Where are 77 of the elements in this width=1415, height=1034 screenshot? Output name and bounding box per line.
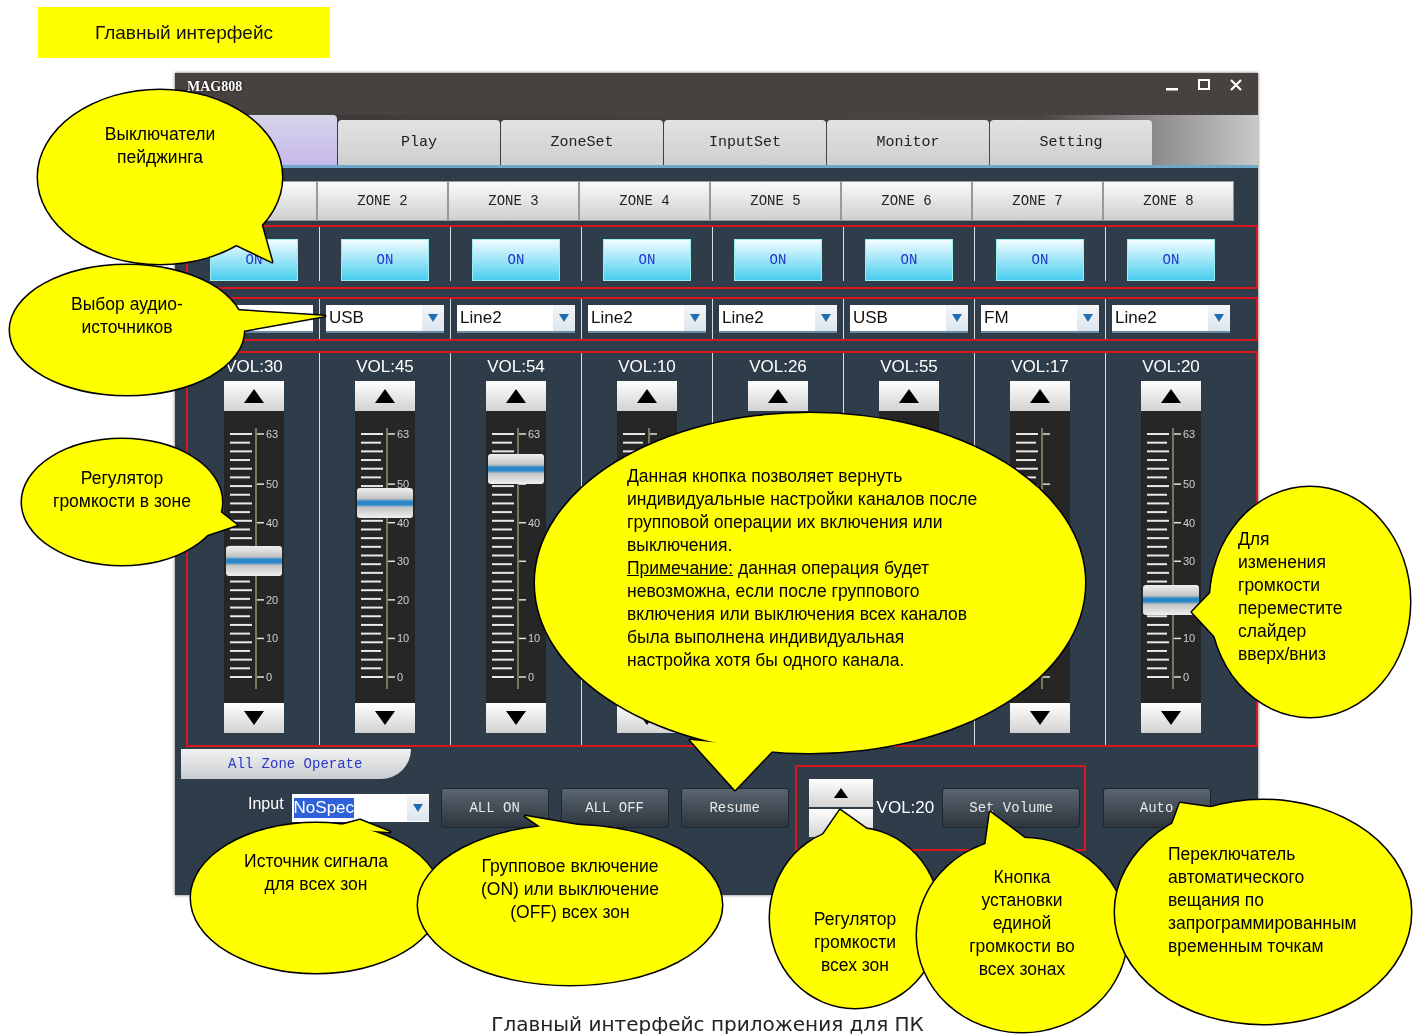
scale-label: 63 [266,428,279,440]
scale-label: 30 [1183,555,1196,568]
zone-header: ZONE 2 [317,181,448,221]
volume-label: VOL:20 [876,798,935,818]
scale-label: 63 [1183,428,1196,440]
scale-label: 10 [266,632,279,645]
callout-text: Источник сигнала для всех зон [243,850,389,896]
callout-text: Выключатели пейджинга [103,123,217,169]
on-button[interactable]: ON [865,239,953,281]
tab[interactable]: Play [338,120,500,165]
title-label: Главный интерфейс [38,7,330,58]
zone-header: ZONE 8 [1103,181,1234,221]
scale-label: 0 [528,671,535,683]
volume-label: VOL:30 [225,357,283,378]
scale-label: 50 [266,478,279,491]
group-button[interactable]: ALL ON [440,788,549,828]
callout-text: Кнопка установки единой громкости во всех зонах [968,866,1076,981]
source-dropdown[interactable]: USB [850,305,968,333]
group-button[interactable]: Resume [680,788,789,828]
volume-label: VOL:20 [1142,357,1200,378]
callout-text: Данная кнопка позволяет вернуть индивидуальные настройки каналов после групповой операции их включения или выключения. Примечание: данная операция будет невозможна, если после группового включения или выключения всех каналов была выполнена индивидуальная настройка хотя бы одного канала. [627,465,979,672]
tab[interactable]: Monitor [827,120,989,165]
input-dropdown[interactable]: NoSpec [291,794,429,822]
volume-label: VOL:55 [880,357,938,378]
scale-label: 10 [1183,632,1196,645]
zone-header: ZONE 3 [448,181,579,221]
input-label: Input [248,795,284,813]
callout-text: Для изменения громкости переместите слайдер вверх/вниз [1238,528,1344,666]
callout-text: Выбор аудио-источников [70,293,184,339]
volume-label: VOL:10 [618,357,676,378]
scale-label: 63 [528,428,541,440]
source-dropdown[interactable]: Line2 [719,305,837,333]
tab[interactable]: ZoneSet [501,120,663,165]
zone-header: ZONE 5 [710,181,841,221]
scale-label: 40 [397,516,410,529]
source-dropdown[interactable]: FM [981,305,1099,333]
on-button[interactable]: ON [341,239,429,281]
on-button[interactable]: ON [603,239,691,281]
callout-text: Групповое включение (ON) или выключение (OFF) всех зон [479,855,661,924]
group-button[interactable]: ALL OFF [560,788,669,828]
scale-label: 20 [266,593,279,606]
scale-label: 0 [1183,671,1190,683]
zone-header: ZONE 4 [579,181,710,221]
on-button[interactable]: ON [1127,239,1215,281]
scale-label: 50 [1183,478,1196,491]
scale-label: 40 [528,516,541,529]
scale-label: 10 [528,632,541,645]
scale-label: 30 [397,555,410,568]
scale-label: 40 [266,516,279,529]
zone-header: ZONE 6 [841,181,972,221]
scale-label: 0 [266,671,273,683]
scale-label: 10 [397,632,410,645]
on-button[interactable]: ON [996,239,1084,281]
source-dropdown[interactable]: Line2 [457,305,575,333]
scale-label: 63 [397,428,410,440]
window-title: MAG808 [187,79,244,95]
scale-label: 40 [1183,516,1196,529]
scale-label: 0 [397,671,404,683]
volume-label: VOL:45 [356,357,414,378]
tab[interactable]: Setting [990,120,1152,165]
source-dropdown[interactable]: USB [326,305,444,333]
callout-text: Регулятор громкости в зоне [52,467,192,513]
on-button[interactable]: ON [472,239,560,281]
scale-label: 50 [397,478,410,491]
volume-label: VOL:26 [749,357,807,378]
zone-header: ZONE 7 [972,181,1103,221]
callout-text: Регулятор громкости всех зон [812,908,898,977]
on-button[interactable]: ON [734,239,822,281]
set-volume-button[interactable]: Set Volume [942,788,1081,828]
callout-text: Переключатель автоматического вещания по запрограммированным временным точкам [1168,843,1358,958]
all-zone-tab[interactable]: All Zone Operate [181,749,411,779]
source-dropdown[interactable]: Line2 [588,305,706,333]
volume-label: VOL:17 [1011,357,1069,378]
source-dropdown[interactable]: Line2 [1112,305,1230,333]
tab[interactable]: InputSet [664,120,826,165]
volume-label: VOL:54 [487,357,545,378]
scale-label: 20 [397,593,410,606]
